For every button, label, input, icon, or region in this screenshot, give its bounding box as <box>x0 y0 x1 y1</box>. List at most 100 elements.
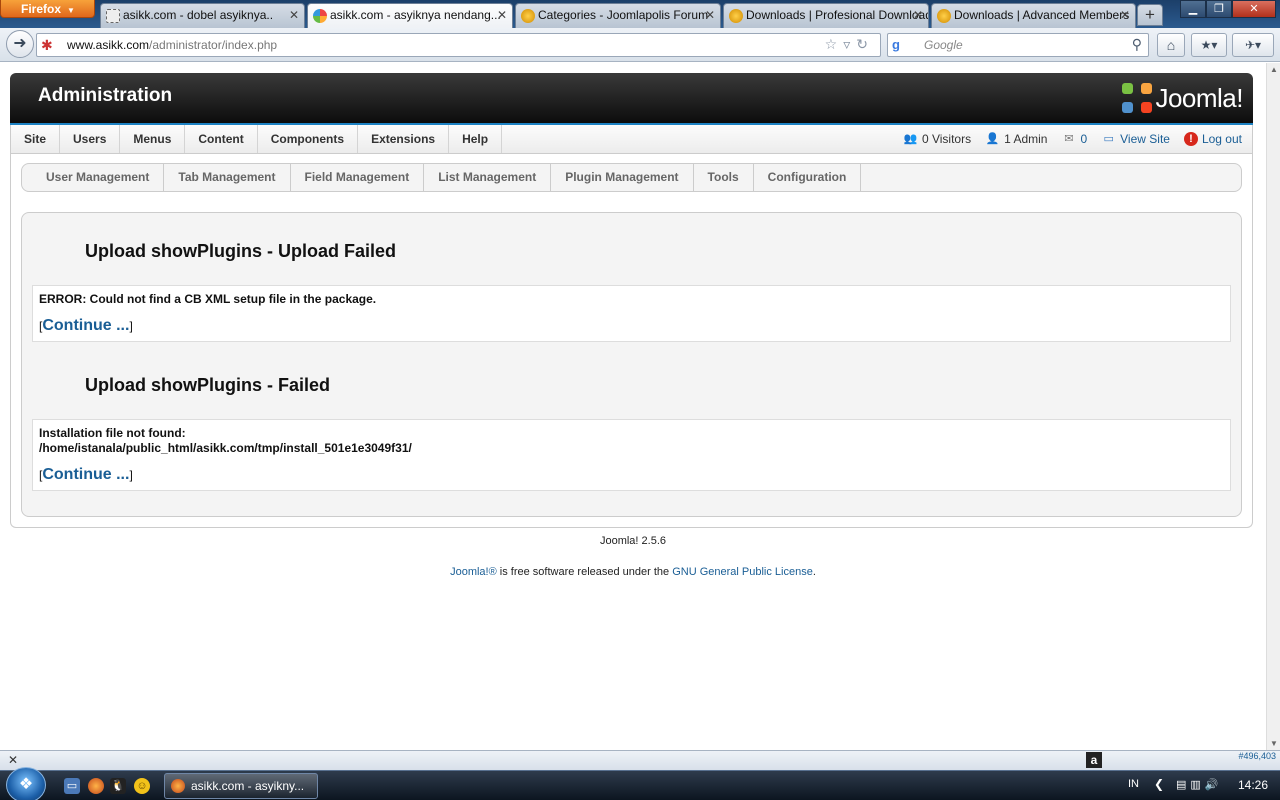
continue-link[interactable]: Continue ... <box>42 466 129 483</box>
maximize-icon: ❐ <box>1214 3 1224 15</box>
logout-icon: ! <box>1183 132 1198 146</box>
firefox-quicklaunch-icon[interactable] <box>88 778 104 794</box>
back-button[interactable]: ➜ <box>6 30 34 58</box>
addon-bar: ✕ a #496,403 <box>0 750 1280 770</box>
browser-tab[interactable]: asikk.com - dobel asyiknya.. ✕ <box>100 3 305 28</box>
start-button[interactable]: ❖ <box>6 767 46 800</box>
submenu-tools[interactable]: Tools <box>694 164 754 191</box>
bookmark-star-icon[interactable]: ☆ <box>825 36 844 52</box>
scroll-up-icon[interactable]: ▲ <box>1270 65 1278 74</box>
gpl-link[interactable]: GNU General Public License <box>672 566 813 578</box>
window-close-button[interactable]: ✕ <box>1232 0 1276 18</box>
logout-status[interactable]: ! Log out <box>1183 125 1242 153</box>
browser-tab[interactable]: Downloads | Profesional Downloads ✕ <box>723 3 929 28</box>
messages-status[interactable]: ✉ 0 <box>1061 125 1087 153</box>
firefox-menu-button[interactable]: Firefox ▼ <box>0 0 95 18</box>
qq-penguin-icon[interactable]: 🐧 <box>110 778 126 794</box>
home-button[interactable]: ⌂ <box>1157 33 1185 57</box>
submenu-tab-management[interactable]: Tab Management <box>164 164 291 191</box>
minimize-button[interactable]: ▁ <box>1180 0 1206 18</box>
url-domain: www.asikk.com <box>67 38 150 52</box>
bookmarks-button[interactable]: ★▾ <box>1191 33 1227 57</box>
dropdown-icon[interactable]: ▿ <box>843 36 856 52</box>
search-bar[interactable]: g Google ⚲ <box>887 33 1149 57</box>
menu-item-content[interactable]: Content <box>185 125 258 153</box>
license-text: is free software released under the <box>496 566 673 578</box>
cursor-position: #496,403 <box>1238 751 1276 761</box>
clock[interactable]: 14:26 <box>1238 778 1268 792</box>
maximize-button[interactable]: ❐ <box>1206 0 1232 18</box>
tab-title: asikk.com - asyiknya nendang... <box>330 8 501 22</box>
plus-icon: + <box>1145 5 1155 24</box>
menu-item-components[interactable]: Components <box>258 125 359 153</box>
tab-close-icon[interactable]: ✕ <box>497 4 507 26</box>
page-title: Administration <box>38 85 173 106</box>
menu-item-site[interactable]: Site <box>11 125 61 153</box>
bookmarks-icon: ★▾ <box>1200 38 1218 52</box>
url-bar[interactable]: ✱ www.asikk.com/administrator/index.php … <box>36 33 881 57</box>
vertical-scrollbar[interactable]: ▲ ▼ <box>1266 63 1280 750</box>
joomlapolis-favicon-icon <box>729 9 743 23</box>
tab-close-icon[interactable]: ✕ <box>913 4 923 26</box>
logout-link[interactable]: Log out <box>1202 125 1242 153</box>
submenu-field-management[interactable]: Field Management <box>291 164 425 191</box>
joomla-favicon-icon <box>313 9 327 23</box>
taskbar-window-title: asikk.com - asyikny... <box>191 779 305 793</box>
volume-icon[interactable]: 🔊 <box>1205 779 1223 791</box>
menu-item-extensions[interactable]: Extensions <box>358 125 450 153</box>
tab-close-icon[interactable]: ✕ <box>1120 4 1130 26</box>
menu-item-menus[interactable]: Menus <box>120 125 186 153</box>
addon-button[interactable]: ✈▾ <box>1232 33 1274 57</box>
browser-tab-active[interactable]: asikk.com - asyiknya nendang... ✕ <box>307 3 513 29</box>
close-addon-bar-icon[interactable]: ✕ <box>8 753 18 767</box>
search-icon[interactable]: ⚲ <box>1132 36 1142 53</box>
taskbar-window-firefox[interactable]: asikk.com - asyikny... <box>164 773 318 799</box>
footer-license: Joomla!® is free software released under… <box>0 566 1266 578</box>
menu-item-help[interactable]: Help <box>449 125 503 153</box>
url-text[interactable]: www.asikk.com/administrator/index.php <box>67 38 277 52</box>
admin-header: Administration Joomla! <box>10 73 1253 129</box>
submenu-list-management[interactable]: List Management <box>424 164 552 191</box>
footer-version: Joomla! 2.5.6 <box>599 535 667 547</box>
addon-a-icon[interactable]: a <box>1086 752 1102 768</box>
language-indicator[interactable]: IN <box>1128 778 1139 790</box>
chevron-down-icon: ▼ <box>67 6 75 15</box>
smiley-messenger-icon[interactable]: ☺ <box>134 778 150 794</box>
view-site-status[interactable]: ▭ View Site <box>1101 125 1170 153</box>
tab-close-icon[interactable]: ✕ <box>289 4 299 26</box>
network-icon[interactable]: ▥ <box>1190 779 1204 791</box>
firefox-icon <box>171 779 185 793</box>
browser-tab[interactable]: Categories - Joomlapolis Forum ✕ <box>515 3 721 28</box>
monitor-icon: ▭ <box>1103 132 1114 145</box>
joomla-favicon-icon: ✱ <box>41 37 53 53</box>
sync-icon[interactable]: ▤ <box>1176 779 1190 791</box>
addon-icon: ✈▾ <box>1244 38 1262 52</box>
show-desktop-icon[interactable]: ▭ <box>64 778 80 794</box>
google-engine-icon[interactable]: g <box>892 37 908 53</box>
new-tab-button[interactable]: + <box>1137 4 1163 26</box>
admin-main-menu: Site Users Menus Content Components Exte… <box>10 125 1253 154</box>
submenu-configuration[interactable]: Configuration <box>754 164 862 191</box>
messages-icon: ✉ <box>1064 132 1074 145</box>
menu-item-users[interactable]: Users <box>60 125 121 153</box>
joomla-link[interactable]: Joomla!® <box>450 566 497 578</box>
submenu-user-management[interactable]: User Management <box>32 164 165 191</box>
joomlapolis-favicon-icon <box>937 9 951 23</box>
admins-count: 1 Admin <box>1004 132 1048 146</box>
page-icon <box>106 9 120 23</box>
continue-link[interactable]: Continue ... <box>42 317 129 334</box>
show-hidden-icons-icon[interactable]: ❮ <box>1154 777 1164 791</box>
url-path: /administrator/index.php <box>149 38 278 52</box>
reload-icon[interactable]: ↻ <box>856 36 874 52</box>
tab-close-icon[interactable]: ✕ <box>705 4 715 26</box>
tab-title: Categories - Joomlapolis Forum <box>538 8 709 22</box>
browser-tab[interactable]: Downloads | Advanced Members ✕ <box>931 3 1136 28</box>
page-viewport: Administration Joomla! Site Users Menus … <box>0 63 1266 750</box>
joomlapolis-favicon-icon <box>521 9 535 23</box>
scroll-down-icon[interactable]: ▼ <box>1270 739 1278 748</box>
tab-title: Downloads | Advanced Members <box>954 8 1130 22</box>
view-site-link[interactable]: View Site <box>1120 125 1170 153</box>
search-placeholder: Google <box>924 38 963 52</box>
submenu-plugin-management[interactable]: Plugin Management <box>551 164 694 191</box>
messages-count[interactable]: 0 <box>1080 125 1087 153</box>
